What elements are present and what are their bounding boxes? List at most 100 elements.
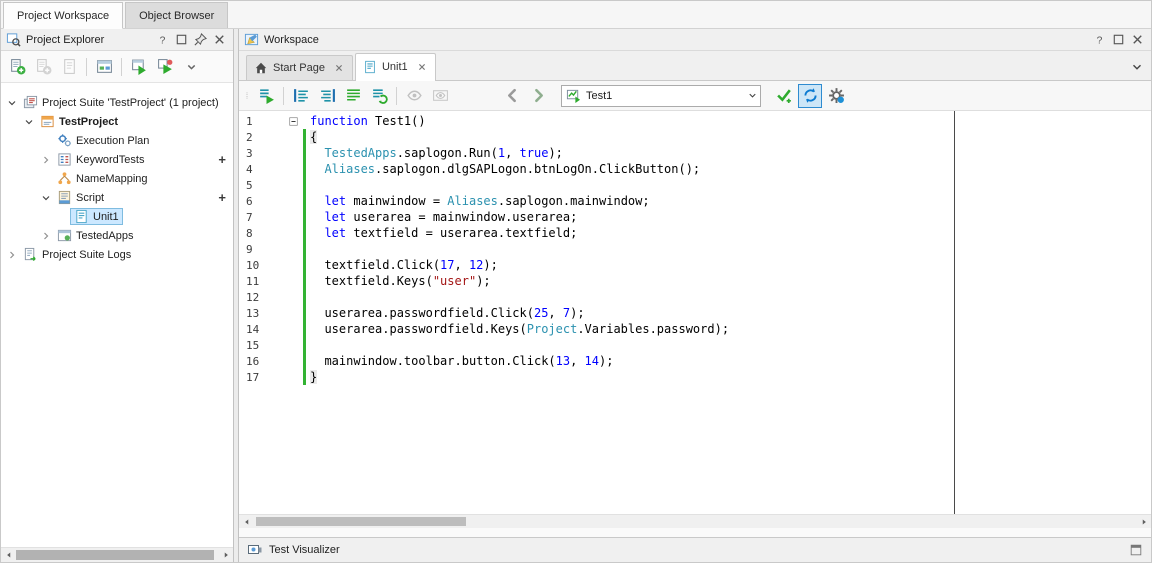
close-tab-icon[interactable] xyxy=(333,62,345,74)
tree-item-unit1[interactable]: Unit1 xyxy=(1,207,233,226)
add-file-icon xyxy=(61,58,78,75)
code-line-15[interactable]: 15 xyxy=(239,337,1151,353)
maximize-icon xyxy=(174,31,189,48)
tree-item-script[interactable]: Script+ xyxy=(1,188,233,207)
top-tab-object-browser[interactable]: Object Browser xyxy=(125,2,228,28)
test-visualizer-bar[interactable]: Test Visualizer xyxy=(239,537,1151,562)
code-line-9[interactable]: 9 xyxy=(239,241,1151,257)
scroll-thumb[interactable] xyxy=(16,550,214,560)
editor-hscrollbar[interactable] xyxy=(239,514,1151,528)
tree-item-keywordtests[interactable]: KeywordTests+ xyxy=(1,150,233,169)
align-right-button[interactable] xyxy=(315,84,339,108)
chevron-right-icon[interactable] xyxy=(39,153,53,167)
tree-item-namemapping[interactable]: NameMapping xyxy=(1,169,233,188)
code-editor[interactable]: 1function Test1()2{3 TestedApps.saplogon… xyxy=(239,111,1151,514)
workspace-title: Workspace xyxy=(264,34,319,46)
scroll-right-icon[interactable] xyxy=(218,548,233,562)
code-line-17[interactable]: 17} xyxy=(239,369,1151,385)
code-line-10[interactable]: 10 textfield.Click(17, 12); xyxy=(239,257,1151,273)
fold-gutter xyxy=(285,257,301,273)
pin-button[interactable] xyxy=(192,32,209,48)
tree-item-testproject[interactable]: TestProject xyxy=(1,112,233,131)
run-project-suite-button[interactable] xyxy=(153,55,177,79)
chevron-down-icon[interactable] xyxy=(39,191,53,205)
chevron-down-icon[interactable] xyxy=(22,115,36,129)
align-left-button[interactable] xyxy=(289,84,313,108)
code-line-4[interactable]: 4 Aliases.saplogon.dlgSAPLogon.btnLogOn.… xyxy=(239,161,1151,177)
record-test-button[interactable] xyxy=(798,84,822,108)
scroll-thumb[interactable] xyxy=(256,517,466,526)
code-line-1[interactable]: 1function Test1() xyxy=(239,113,1151,129)
code-line-6[interactable]: 6 let mainwindow = Aliases.saplogon.main… xyxy=(239,193,1151,209)
navigate-forward-button[interactable] xyxy=(526,84,550,108)
navigate-back-button[interactable] xyxy=(500,84,524,108)
run-selected-lines-button[interactable] xyxy=(367,84,391,108)
close-button[interactable] xyxy=(1129,32,1146,48)
help-button[interactable]: ? xyxy=(1091,32,1108,48)
chevron-right-icon[interactable] xyxy=(39,229,53,243)
unit-icon xyxy=(363,60,377,74)
chevron-right-icon[interactable] xyxy=(5,248,19,262)
scroll-track[interactable] xyxy=(16,548,218,562)
close-button[interactable] xyxy=(211,32,228,48)
test-visualizer-icon xyxy=(247,542,263,558)
editor-settings-button[interactable] xyxy=(824,84,848,108)
code-line-12[interactable]: 12 xyxy=(239,289,1151,305)
project-explorer-hscrollbar[interactable] xyxy=(1,547,233,562)
doc-tab-start-page[interactable]: Start Page xyxy=(246,55,353,80)
chevron-down-icon[interactable] xyxy=(745,88,760,103)
doc-tab-unit1[interactable]: Unit1 xyxy=(355,53,436,81)
chevron-down-icon[interactable] xyxy=(5,96,19,110)
fold-collapse-icon[interactable] xyxy=(285,113,301,129)
code-line-14[interactable]: 14 userarea.passwordfield.Keys(Project.V… xyxy=(239,321,1151,337)
pin-icon xyxy=(193,31,208,48)
add-item-button[interactable]: + xyxy=(218,191,226,204)
maximize-button[interactable] xyxy=(173,32,190,48)
line-number: 6 xyxy=(239,195,285,208)
add-new-item-button[interactable] xyxy=(5,55,29,79)
top-tab-project-workspace[interactable]: Project Workspace xyxy=(3,2,123,29)
home-icon xyxy=(254,61,268,75)
code-line-2[interactable]: 2{ xyxy=(239,129,1151,145)
project-explorer-panel: Project Explorer ? Project Suite 'TestPr… xyxy=(1,29,234,562)
tree-item-project-suite-logs[interactable]: Project Suite Logs xyxy=(1,245,233,264)
scroll-right-icon[interactable] xyxy=(1136,515,1151,528)
code-line-8[interactable]: 8 let textfield = userarea.textfield; xyxy=(239,225,1151,241)
toolbar-dropdown-button[interactable] xyxy=(179,55,203,79)
change-bar xyxy=(301,305,308,321)
run-project-button[interactable] xyxy=(127,55,151,79)
scroll-left-icon[interactable] xyxy=(1,548,16,562)
dock-panel-icon[interactable] xyxy=(1129,543,1143,557)
organize-items-button[interactable] xyxy=(92,55,116,79)
run-selected-lines-icon xyxy=(371,87,388,104)
fold-gutter xyxy=(285,289,301,305)
fold-gutter xyxy=(285,369,301,385)
change-bar xyxy=(301,337,308,353)
execution-plan-icon xyxy=(57,133,72,148)
tree-item-project-suite-testproject-1-project[interactable]: Project Suite 'TestProject' (1 project) xyxy=(1,93,233,112)
add-item-button[interactable]: + xyxy=(218,153,226,166)
scroll-left-icon[interactable] xyxy=(239,515,254,528)
run-test-button[interactable] xyxy=(254,84,278,108)
line-number: 5 xyxy=(239,179,285,192)
tree-item-execution-plan[interactable]: Execution Plan xyxy=(1,131,233,150)
help-button[interactable]: ? xyxy=(154,32,171,48)
code-text: TestedApps.saplogon.Run(1, true); xyxy=(308,146,563,160)
close-tab-icon[interactable] xyxy=(416,61,428,73)
tree-item-testedapps[interactable]: TestedApps xyxy=(1,226,233,245)
add-check-button[interactable] xyxy=(772,84,796,108)
format-code-button[interactable] xyxy=(341,84,365,108)
code-line-16[interactable]: 16 mainwindow.toolbar.button.Click(13, 1… xyxy=(239,353,1151,369)
code-line-7[interactable]: 7 let userarea = mainwindow.userarea; xyxy=(239,209,1151,225)
tab-list-dropdown-icon[interactable] xyxy=(1130,60,1144,74)
test-selector-combo[interactable]: Test1 xyxy=(561,85,761,107)
scroll-track[interactable] xyxy=(254,515,1136,528)
line-number: 8 xyxy=(239,227,285,240)
grip-button[interactable] xyxy=(242,84,252,108)
code-line-3[interactable]: 3 TestedApps.saplogon.Run(1, true); xyxy=(239,145,1151,161)
maximize-button[interactable] xyxy=(1110,32,1127,48)
code-line-5[interactable]: 5 xyxy=(239,177,1151,193)
code-line-11[interactable]: 11 textfield.Keys("user"); xyxy=(239,273,1151,289)
test-visualizer-title: Test Visualizer xyxy=(269,544,340,556)
code-line-13[interactable]: 13 userarea.passwordfield.Click(25, 7); xyxy=(239,305,1151,321)
